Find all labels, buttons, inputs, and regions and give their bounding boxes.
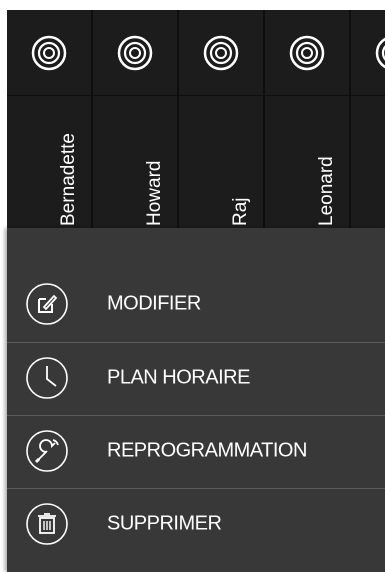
menu-item-modifier[interactable]: MODIFIER <box>7 268 385 340</box>
context-menu: MODIFIER PLAN HORAIRE REPROGRAMMATION SU… <box>7 228 385 572</box>
contact-icon-cell[interactable] <box>93 10 177 95</box>
contact-column[interactable]: Howard <box>93 10 177 260</box>
target-icon <box>203 35 239 70</box>
menu-item-label: SUPPRIMER <box>107 512 222 535</box>
contact-name: Bernadette <box>58 133 79 226</box>
contact-name: Raj <box>230 197 251 226</box>
trash-icon <box>26 503 68 545</box>
contact-icon-cell[interactable] <box>7 10 91 95</box>
wrench-icon <box>26 430 68 472</box>
clock-icon <box>26 357 68 399</box>
menu-item-plan-horaire[interactable]: PLAN HORAIRE <box>7 342 385 414</box>
menu-item-label: MODIFIER <box>107 292 201 315</box>
target-icon <box>117 35 153 70</box>
contact-column[interactable]: Bernadette <box>7 10 91 260</box>
contact-column[interactable]: Raj <box>179 10 263 260</box>
target-icon <box>31 35 67 70</box>
contact-name: Howard <box>144 160 165 226</box>
contact-icon-cell[interactable] <box>351 10 385 95</box>
menu-item-label: PLAN HORAIRE <box>107 366 250 389</box>
menu-item-label: REPROGRAMMATION <box>107 439 307 462</box>
target-icon <box>375 37 385 68</box>
menu-item-supprimer[interactable]: SUPPRIMER <box>7 488 385 560</box>
contact-name: Leonard <box>316 156 337 226</box>
contact-icon-cell[interactable] <box>265 10 349 95</box>
contact-column[interactable]: P <box>351 10 385 260</box>
menu-item-reprogrammation[interactable]: REPROGRAMMATION <box>7 415 385 487</box>
contact-column[interactable]: Leonard <box>265 10 349 260</box>
contact-grid: Bernadette Howard Raj Leonard <box>7 10 385 260</box>
contact-icon-cell[interactable] <box>179 10 263 95</box>
target-icon <box>289 35 325 70</box>
edit-icon <box>26 283 68 325</box>
